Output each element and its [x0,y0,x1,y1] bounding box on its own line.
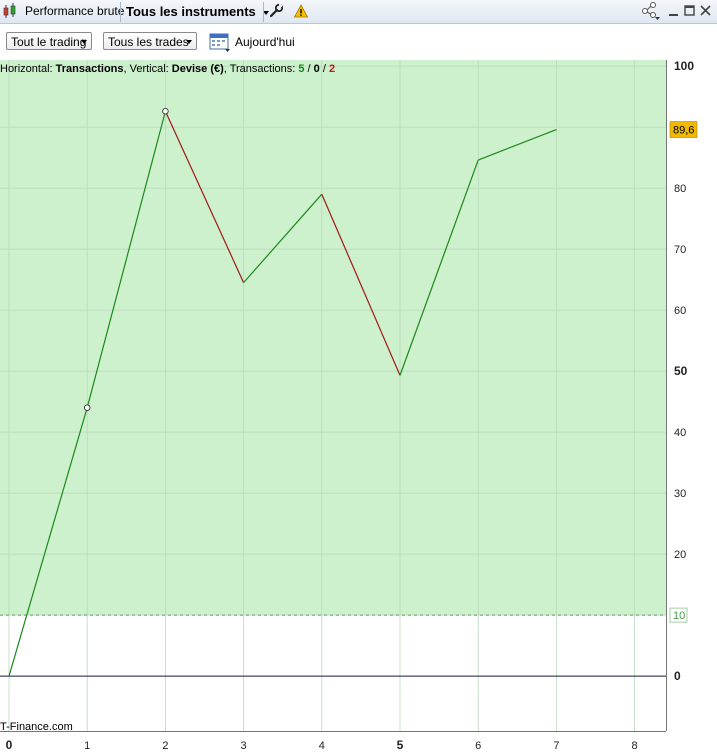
last-value-label: 89,6 [673,125,694,137]
y-tick-label: 60 [674,305,686,317]
x-tick-label: 3 [241,740,247,752]
positive-zone [0,60,666,616]
chart-info-line: Horizontal: Transactions, Vertical: Devi… [0,63,335,75]
x-tick-label: 4 [319,740,325,752]
x-tick-label: 7 [553,740,559,752]
y-tick-label: 0 [674,669,681,683]
data-point-marker [162,107,169,115]
x-axis-labels: 0 1 2 3 4 5 6 7 8 [6,738,638,752]
data-point-marker [83,404,91,411]
x-tick-label: 0 [6,738,13,752]
y-axis-labels: 02030405060708090100 [674,59,694,683]
equity-chart: 02030405060708090100 012345678 89,610 Ho… [0,59,698,752]
x-tick-label: 1 [84,740,90,752]
y-tick-label: 70 [674,244,686,256]
y-tick-label: 80 [674,183,686,195]
y-tick-label: 40 [674,427,686,439]
y-tick-label: 20 [674,549,686,561]
y-tick-label: 30 [674,488,686,500]
watermark: T-Finance.com [0,721,73,733]
x-tick-label: 8 [632,740,638,752]
threshold-label: 10 [673,610,685,622]
x-tick-label: 2 [162,740,168,752]
y-tick-label: 50 [674,364,688,378]
y-tick-label: 100 [674,59,694,73]
x-tick-label: 6 [475,740,481,752]
x-tick-label: 5 [397,738,404,752]
